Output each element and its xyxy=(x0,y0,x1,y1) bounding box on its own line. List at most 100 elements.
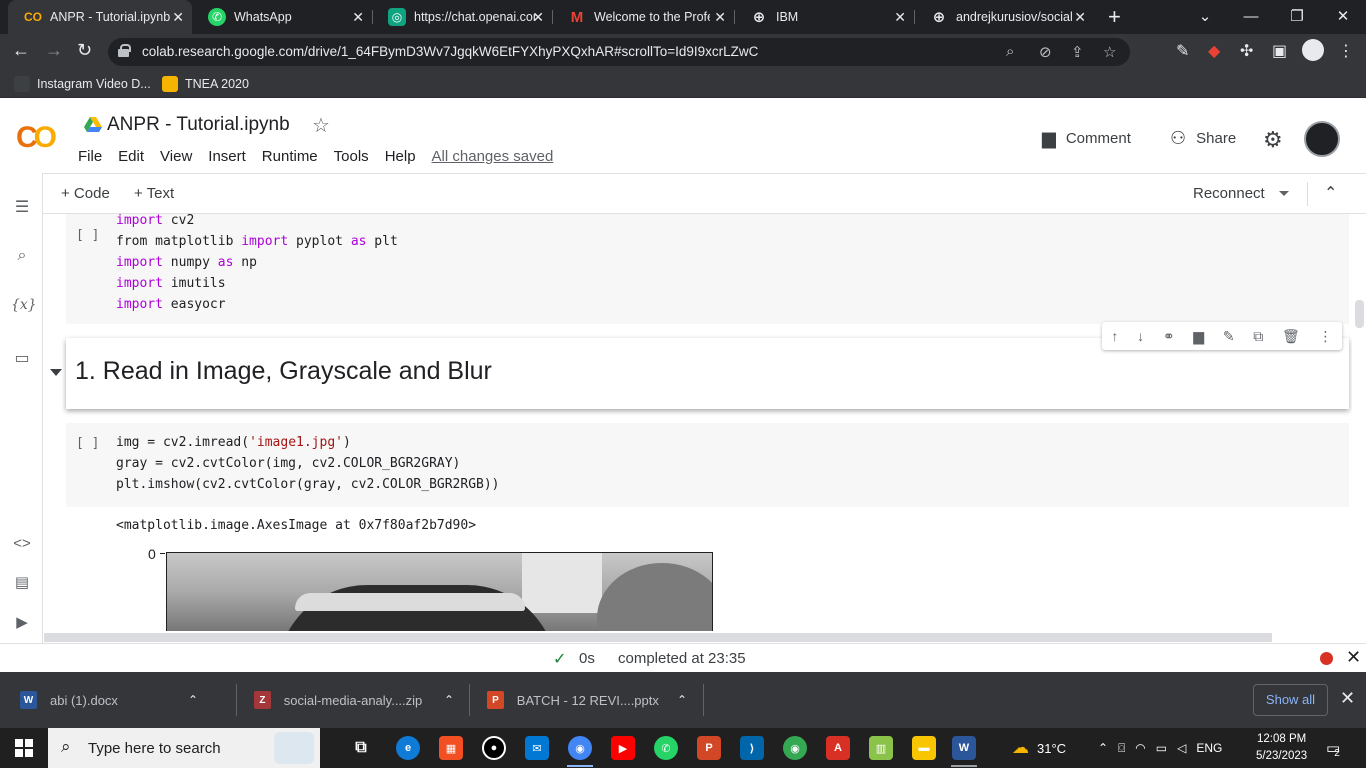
scrollbar-thumb[interactable] xyxy=(1355,300,1364,328)
wifi-icon[interactable]: ◠ xyxy=(1135,741,1145,755)
youtube-icon[interactable]: ▶ xyxy=(611,736,635,760)
folder-icon[interactable]: ▭ xyxy=(11,348,33,368)
mail-icon[interactable]: ✉ xyxy=(525,736,549,760)
new-tab-icon[interactable]: + xyxy=(1108,4,1121,30)
code-editor[interactable]: import cv2 from matplotlib import pyplot… xyxy=(116,214,398,315)
bookmark-tnea[interactable]: TNEA 2020 xyxy=(162,76,249,92)
code-snippets-icon[interactable]: <> xyxy=(11,535,33,552)
save-status[interactable]: All changes saved xyxy=(432,148,554,165)
tab-search-icon[interactable]: ⌄ xyxy=(1182,0,1228,34)
chevron-up-icon[interactable]: ⌃ xyxy=(677,693,687,707)
store-icon[interactable]: ▦ xyxy=(439,736,463,760)
move-down-icon[interactable]: ↓ xyxy=(1137,328,1144,344)
run-cell-button[interactable]: [ ] xyxy=(76,228,99,243)
menu-file[interactable]: File xyxy=(78,148,102,165)
code-cell-read-image[interactable]: [ ] img = cv2.imread('image1.jpg') gray … xyxy=(66,423,1349,507)
avatar[interactable] xyxy=(1304,121,1340,157)
menu-insert[interactable]: Insert xyxy=(208,148,246,165)
menu-runtime[interactable]: Runtime xyxy=(262,148,318,165)
download-item[interactable]: P BATCH - 12 REVI....pptx ⌃ xyxy=(487,672,687,728)
chevron-up-icon[interactable]: ⌃ xyxy=(444,693,454,707)
edit-icon[interactable]: ✎ xyxy=(1223,328,1235,345)
bookmark-star-icon[interactable]: ☆ xyxy=(1103,43,1116,61)
add-code-button[interactable]: + Code xyxy=(61,185,110,202)
task-view-icon[interactable]: ⧉ xyxy=(349,736,373,760)
search-icon[interactable]: ⌕ xyxy=(11,247,33,265)
camera-icon[interactable]: ⌼ xyxy=(1118,741,1125,756)
lock-icon[interactable] xyxy=(118,44,131,57)
drive-icon[interactable] xyxy=(84,117,102,133)
tracking-icon[interactable]: ⊘ xyxy=(1039,43,1052,61)
restore-icon[interactable]: ❐ xyxy=(1274,0,1320,34)
menu-help[interactable]: Help xyxy=(385,148,416,165)
close-tab-icon[interactable]: ✕ xyxy=(894,9,906,26)
close-tab-icon[interactable]: ✕ xyxy=(352,9,364,26)
chevron-down-icon[interactable] xyxy=(1279,191,1289,196)
menu-view[interactable]: View xyxy=(160,148,192,165)
scrollbar-thumb[interactable] xyxy=(44,633,1272,642)
weather-widget[interactable]: ☁ 31°C xyxy=(1012,728,1066,768)
extensions-icon[interactable]: ✣ xyxy=(1240,41,1253,61)
tab-chat-openai[interactable]: ◎ https://chat.openai.com ✕ xyxy=(372,0,552,34)
record-app-icon[interactable]: ● xyxy=(482,736,506,760)
horizontal-scrollbar[interactable] xyxy=(44,631,1352,643)
profile-avatar[interactable] xyxy=(1302,39,1324,61)
taskbar-search[interactable]: ⌕ Type here to search xyxy=(48,728,320,768)
show-all-button[interactable]: Show all xyxy=(1253,684,1328,716)
side-panel-icon[interactable]: ▣ xyxy=(1272,41,1287,61)
terminal-icon[interactable]: ▶ xyxy=(11,613,33,631)
menu-edit[interactable]: Edit xyxy=(118,148,144,165)
collapse-section-icon[interactable] xyxy=(50,369,62,376)
language-indicator[interactable]: ENG xyxy=(1196,741,1222,755)
minimize-icon[interactable]: — xyxy=(1228,0,1274,34)
vscode-icon[interactable]: ⟩ xyxy=(740,736,764,760)
notebook-title[interactable]: ANPR - Tutorial.ipynb xyxy=(107,114,290,136)
vertical-scrollbar[interactable] xyxy=(1352,214,1366,631)
close-tab-icon[interactable]: ✕ xyxy=(714,9,726,26)
chrome-profile-icon[interactable]: ◉ xyxy=(783,736,807,760)
close-downloads-icon[interactable]: ✕ xyxy=(1340,688,1355,709)
chevron-up-icon[interactable]: ⌃ xyxy=(188,693,198,707)
chevron-up-icon[interactable]: ⌃ xyxy=(1324,183,1337,203)
close-tab-icon[interactable]: ✕ xyxy=(532,9,544,26)
clock[interactable]: 12:08 PM 5/23/2023 xyxy=(1256,731,1307,765)
tab-anpr-tutorial[interactable]: CO ANPR - Tutorial.ipynb ✕ xyxy=(8,0,192,34)
project-icon[interactable]: ▥ xyxy=(869,736,893,760)
more-options-icon[interactable]: ⋮ xyxy=(1319,328,1333,345)
pen-extension-icon[interactable]: ✎ xyxy=(1176,41,1189,61)
menu-tools[interactable]: Tools xyxy=(334,148,369,165)
menu-icon[interactable]: ⋮ xyxy=(1338,41,1354,61)
colab-logo[interactable]: CO xyxy=(16,121,57,155)
word-icon[interactable]: W xyxy=(952,736,976,760)
recording-indicator-icon[interactable] xyxy=(1320,652,1333,665)
battery-icon[interactable]: ▭ xyxy=(1156,741,1167,755)
link-icon[interactable]: ⚭ xyxy=(1163,328,1175,345)
zoom-icon[interactable]: ⌕ xyxy=(1006,43,1014,60)
run-cell-button[interactable]: [ ] xyxy=(76,436,99,451)
forward-icon[interactable]: → xyxy=(45,40,63,61)
share-page-icon[interactable]: ⇪ xyxy=(1071,43,1084,61)
address-bar[interactable]: colab.research.google.com/drive/1_64FBym… xyxy=(108,38,1130,66)
move-up-icon[interactable]: ↑ xyxy=(1111,328,1118,344)
close-tab-icon[interactable]: ✕ xyxy=(1074,9,1086,26)
code-cell-imports[interactable]: [ ] import cv2 from matplotlib import py… xyxy=(66,214,1349,324)
tab-andrejkurusiov[interactable]: ⊕ andrejkurusiov/social- ✕ xyxy=(914,0,1094,34)
comment-button[interactable]: ▆ Comment xyxy=(1042,128,1131,149)
tab-ibm[interactable]: ⊕ IBM ✕ xyxy=(734,0,914,34)
notifications-button[interactable]: ▭ 2 xyxy=(1326,728,1340,768)
comment-icon[interactable]: ▆ xyxy=(1193,328,1204,345)
reconnect-button[interactable]: Reconnect xyxy=(1193,185,1265,202)
bookmark-instagram[interactable]: Instagram Video D... xyxy=(14,76,151,92)
variables-icon[interactable]: {x} xyxy=(11,297,37,313)
acrobat-icon[interactable]: A xyxy=(826,736,850,760)
gear-icon[interactable]: ⚙ xyxy=(1263,127,1283,153)
chevron-up-icon[interactable]: ⌃ xyxy=(1098,741,1108,755)
close-status-icon[interactable]: ✕ xyxy=(1346,647,1361,668)
color-extension-icon[interactable]: ◆ xyxy=(1208,41,1220,61)
tab-whatsapp[interactable]: ✆ WhatsApp ✕ xyxy=(192,0,372,34)
table-of-contents-icon[interactable]: ☰ xyxy=(11,197,33,217)
download-item[interactable]: W abi (1).docx ⌃ xyxy=(20,672,220,728)
command-palette-icon[interactable]: ▤ xyxy=(11,573,33,591)
star-icon[interactable]: ☆ xyxy=(312,113,330,138)
powerpoint-icon[interactable]: P xyxy=(697,736,721,760)
